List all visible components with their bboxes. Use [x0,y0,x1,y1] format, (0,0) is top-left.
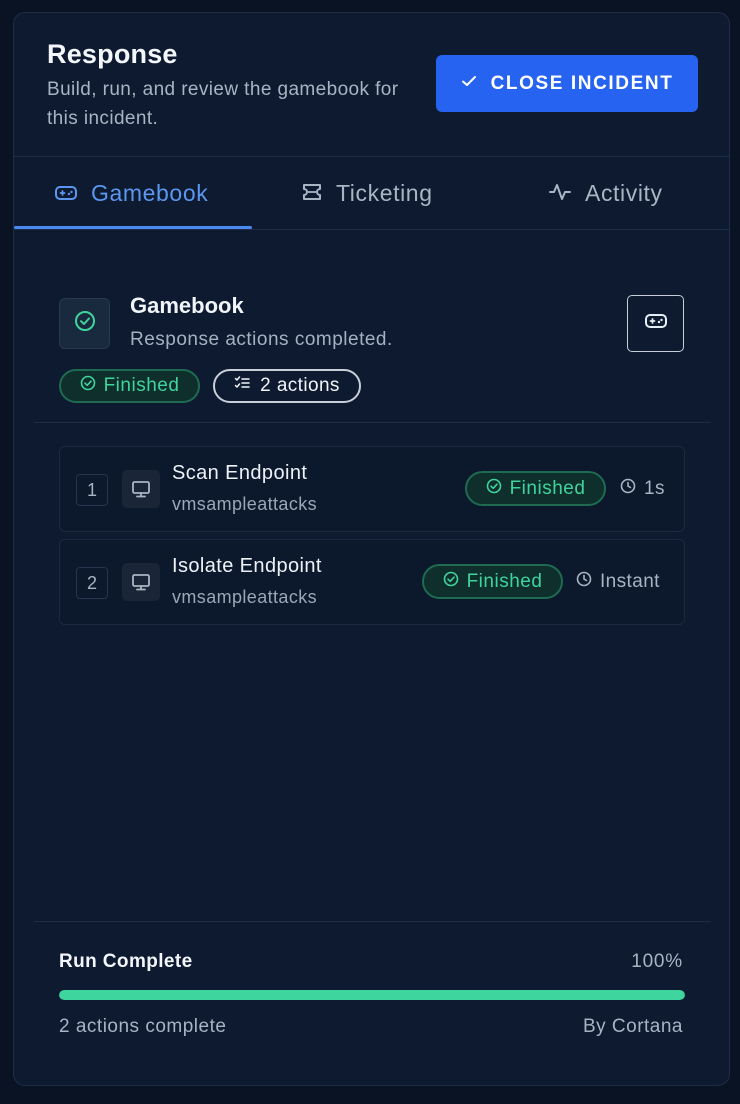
section-divider [34,422,711,423]
action-row[interactable]: 1 Scan Endpoint vmsampleattacks Finished… [59,446,685,532]
action-duration-label: 1s [644,477,665,499]
gamepad-icon [644,313,667,334]
gamebook-subtitle: Response actions completed. [130,329,393,350]
run-status-title: Run Complete [59,951,193,972]
tab-gamebook[interactable]: Gamebook [55,157,208,230]
tab-bar: Gamebook Ticketing Activity [14,157,729,230]
panel-title: Response [47,39,178,69]
run-progress-fill [59,990,685,1000]
action-status-label: Finished [509,477,586,499]
action-duration-label: Instant [600,570,660,592]
run-by: By Cortana [582,1016,683,1037]
gamebook-status-badge: Finished [59,369,200,403]
monitor-icon [122,470,160,508]
ticket-icon [302,180,322,207]
action-index: 2 [76,567,108,599]
response-panel: Response Build, run, and review the game… [13,12,730,1086]
action-duration: 1s [620,471,665,506]
clock-icon [576,571,592,593]
action-host: vmsampleattacks [172,587,318,607]
check-circle-icon [443,571,459,593]
close-incident-button[interactable]: CLOSE INCIDENT [436,55,698,112]
monitor-icon [122,563,160,601]
action-duration: Instant [576,564,660,599]
action-status-badge: Finished [465,471,606,506]
footer-divider [34,921,711,922]
open-gamebook-button[interactable] [627,295,684,352]
run-progress-bar [59,990,685,1000]
gamebook-title: Gamebook [130,293,244,318]
gamebook-status-icon [59,298,110,349]
list-check-icon [234,375,250,397]
gamebook-status-label: Finished [103,375,180,396]
action-name: Isolate Endpoint [172,555,322,577]
active-tab-indicator [14,226,252,229]
tab-ticketing-label: Ticketing [336,180,433,206]
action-index: 1 [76,474,108,506]
run-percent: 100% [631,951,683,972]
panel-header: Response Build, run, and review the game… [14,13,729,157]
close-incident-label: CLOSE INCIDENT [490,72,674,94]
gamepad-icon [55,180,77,207]
action-status-label: Finished [466,570,543,592]
check-circle-icon [74,310,96,337]
action-row[interactable]: 2 Isolate Endpoint vmsampleattacks Finis… [59,539,685,625]
run-count: 2 actions complete [59,1016,227,1037]
actions-count-label: 2 actions [260,375,340,396]
tab-gamebook-label: Gamebook [91,180,209,206]
action-status-badge: Finished [422,564,563,599]
panel-subtitle: Build, run, and review the gamebook for … [47,79,399,129]
tab-activity-label: Activity [585,180,663,206]
check-circle-icon [80,375,96,397]
activity-icon [549,180,571,207]
check-circle-icon [486,478,502,500]
action-name: Scan Endpoint [172,462,308,484]
tab-activity[interactable]: Activity [549,157,663,230]
actions-count-badge[interactable]: 2 actions [213,369,361,403]
clock-icon [620,478,636,500]
action-host: vmsampleattacks [172,494,318,514]
tab-ticketing[interactable]: Ticketing [302,157,433,230]
check-icon [461,73,477,94]
